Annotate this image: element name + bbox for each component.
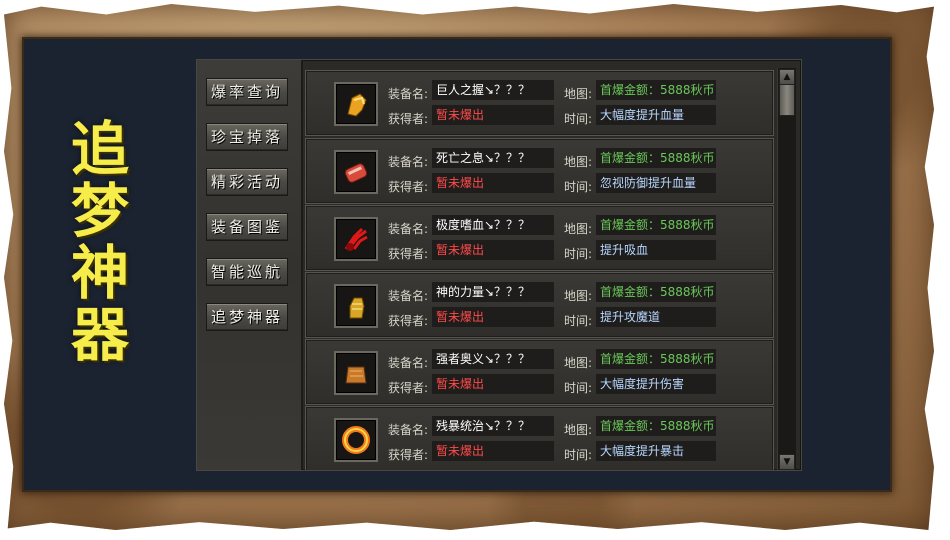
obtainer-label: 获得者: bbox=[388, 247, 429, 261]
scroll-up-icon[interactable]: ▲ bbox=[779, 69, 795, 85]
time-label: 时间: bbox=[564, 381, 593, 395]
map-label: 地图: bbox=[564, 222, 593, 236]
map-value: 首爆金额：5888秋币 bbox=[596, 148, 716, 168]
scroll-thumb[interactable] bbox=[779, 84, 795, 116]
time-value: 大幅度提升暴击 bbox=[596, 441, 716, 461]
map-value: 首爆金额：5888秋币 bbox=[596, 416, 716, 436]
item-slot[interactable] bbox=[334, 284, 378, 328]
time-label: 时间: bbox=[564, 247, 593, 261]
menu-drop-rate-button[interactable]: 爆率查询 bbox=[206, 78, 288, 106]
map-value: 首爆金额：5888秋币 bbox=[596, 80, 716, 100]
time-value: 提升吸血 bbox=[596, 240, 716, 260]
menu-equipment-guide-button[interactable]: 装备图鉴 bbox=[206, 213, 288, 241]
red-bracer-icon bbox=[344, 163, 368, 183]
time-value: 忽视防御提升血量 bbox=[596, 173, 716, 193]
scrollbar[interactable]: ▲ ▼ bbox=[777, 68, 796, 470]
map-label: 地图: bbox=[564, 155, 593, 169]
menu-treasure-drop-button[interactable]: 珍宝掉落 bbox=[206, 123, 288, 151]
fire-ring-icon bbox=[342, 426, 370, 454]
equip-name-value: 强者奥义↘？？？ bbox=[432, 349, 554, 369]
title-char: 神 bbox=[70, 239, 129, 307]
list-item[interactable]: 装备名: 死亡之息↘？？？ 获得者: 暂未爆出 地图: 首爆金额：5888秋币 时间: 忽视防… bbox=[305, 138, 774, 204]
equip-name-value: 极度嗜血↘？？？ bbox=[432, 215, 554, 235]
list-item[interactable]: 装备名: 巨人之握↘？？？ 获得者: 暂未爆出 地图: 首爆金额：5888秋币 时间: 大幅度… bbox=[305, 70, 774, 136]
list-item[interactable]: 装备名: 极度嗜血↘？？？ 获得者: 暂未爆出 地图: 首爆金额：5888秋币 时间: 提升吸… bbox=[305, 205, 774, 271]
map-label: 地图: bbox=[564, 289, 593, 303]
side-menu: 爆率查询 珍宝掉落 精彩活动 装备图鉴 智能巡航 追梦神器 bbox=[197, 60, 303, 470]
item-slot[interactable] bbox=[334, 351, 378, 395]
obtainer-label: 获得者: bbox=[388, 381, 429, 395]
menu-events-button[interactable]: 精彩活动 bbox=[206, 168, 288, 196]
list-item[interactable]: 装备名: 强者奥义↘？？？ 获得者: 暂未爆出 地图: 首爆金额：5888秋币 时间: 大幅度… bbox=[305, 339, 774, 405]
obtainer-label: 获得者: bbox=[388, 112, 429, 126]
obtainer-label: 获得者: bbox=[388, 180, 429, 194]
item-slot[interactable] bbox=[334, 217, 378, 261]
menu-auto-patrol-button[interactable]: 智能巡航 bbox=[206, 258, 288, 286]
item-slot[interactable] bbox=[334, 82, 378, 126]
blood-claw-icon bbox=[344, 227, 368, 251]
bronze-bell-icon bbox=[345, 366, 367, 384]
map-label: 地图: bbox=[564, 423, 593, 437]
equip-name-label: 装备名: bbox=[388, 289, 429, 303]
scroll-down-icon[interactable]: ▼ bbox=[779, 454, 795, 470]
equip-name-label: 装备名: bbox=[388, 356, 429, 370]
list-item[interactable]: 装备名: 神的力量↘？？？ 获得者: 暂未爆出 地图: 首爆金额：5888秋币 时间: 提升攻… bbox=[305, 272, 774, 338]
page-title: 追 梦 神 器 bbox=[55, 118, 145, 366]
obtainer-value: 暂未爆出 bbox=[432, 441, 554, 461]
equip-name-value: 巨人之握↘？？？ bbox=[432, 80, 554, 100]
map-label: 地图: bbox=[564, 87, 593, 101]
obtainer-value: 暂未爆出 bbox=[432, 173, 554, 193]
item-slot[interactable] bbox=[334, 150, 378, 194]
time-label: 时间: bbox=[564, 112, 593, 126]
equip-name-value: 神的力量↘？？？ bbox=[432, 282, 554, 302]
time-value: 大幅度提升伤害 bbox=[596, 374, 716, 394]
gauntlet-gold-icon bbox=[347, 93, 367, 117]
time-label: 时间: bbox=[564, 314, 593, 328]
equip-name-value: 死亡之息↘？？？ bbox=[432, 148, 554, 168]
time-label: 时间: bbox=[564, 180, 593, 194]
obtainer-value: 暂未爆出 bbox=[432, 240, 554, 260]
game-panel: 爆率查询 珍宝掉落 精彩活动 装备图鉴 智能巡航 追梦神器 装备名: 巨人之握↘？… bbox=[196, 59, 802, 471]
equip-name-label: 装备名: bbox=[388, 87, 429, 101]
time-value: 大幅度提升血量 bbox=[596, 105, 716, 125]
list-item[interactable]: 装备名: 残暴统治↘？？？ 获得者: 暂未爆出 地图: 首爆金额：5888秋币 时间: 大幅度… bbox=[305, 406, 774, 470]
equip-name-label: 装备名: bbox=[388, 222, 429, 236]
item-slot[interactable] bbox=[334, 418, 378, 462]
title-char: 梦 bbox=[70, 177, 129, 245]
obtainer-value: 暂未爆出 bbox=[432, 307, 554, 327]
obtainer-value: 暂未爆出 bbox=[432, 105, 554, 125]
title-char: 器 bbox=[70, 301, 129, 369]
golden-fist-icon bbox=[349, 297, 365, 319]
equip-name-label: 装备名: bbox=[388, 423, 429, 437]
equip-name-label: 装备名: bbox=[388, 155, 429, 169]
artifact-list: 装备名: 巨人之握↘？？？ 获得者: 暂未爆出 地图: 首爆金额：5888秋币 时间: 大幅度… bbox=[305, 70, 774, 470]
time-value: 提升攻魔道 bbox=[596, 307, 716, 327]
equip-name-value: 残暴统治↘？？？ bbox=[432, 416, 554, 436]
title-char: 追 bbox=[70, 115, 129, 183]
map-value: 首爆金额：5888秋币 bbox=[596, 282, 716, 302]
menu-dream-artifact-button[interactable]: 追梦神器 bbox=[206, 303, 288, 331]
map-value: 首爆金额：5888秋币 bbox=[596, 349, 716, 369]
map-value: 首爆金额：5888秋币 bbox=[596, 215, 716, 235]
map-label: 地图: bbox=[564, 356, 593, 370]
obtainer-label: 获得者: bbox=[388, 448, 429, 462]
obtainer-value: 暂未爆出 bbox=[432, 374, 554, 394]
time-label: 时间: bbox=[564, 448, 593, 462]
obtainer-label: 获得者: bbox=[388, 314, 429, 328]
